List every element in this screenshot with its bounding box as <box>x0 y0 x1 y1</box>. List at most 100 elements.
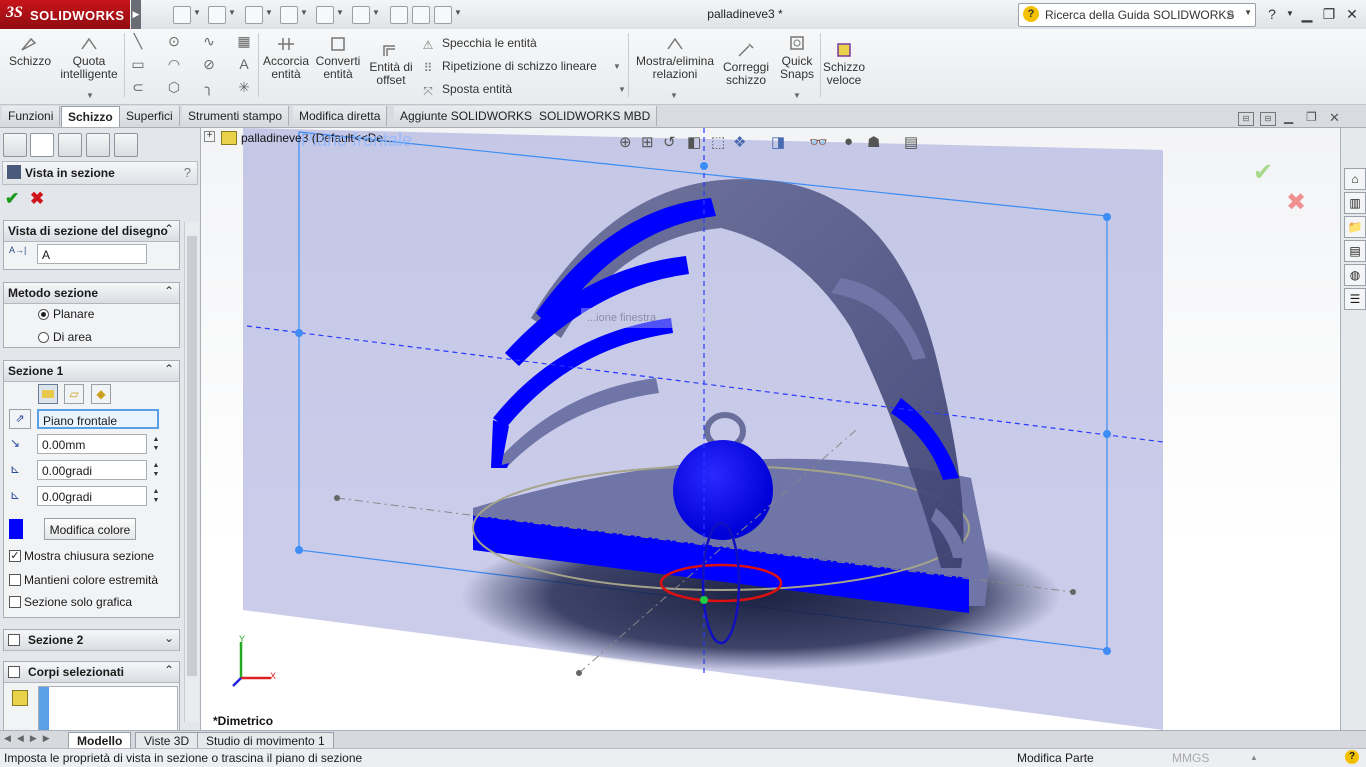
point-icon[interactable]: ✳ <box>236 80 252 94</box>
offset-distance-field[interactable]: 0.00mm <box>37 434 147 454</box>
mirror-entities-button[interactable]: ⚠ Specchia le entità <box>420 36 537 52</box>
close-window-button[interactable]: ✕ <box>1343 5 1361 23</box>
chevron-down-icon[interactable]: ▼ <box>670 91 678 100</box>
viewport-close-button[interactable]: ✕ <box>1329 110 1340 126</box>
selected-bodies-checkbox[interactable] <box>8 666 20 678</box>
graphics-area[interactable]: + palladineve3 (Default<<De... Piano fro… <box>201 128 1340 730</box>
minimize-window-button[interactable]: ▁ <box>1298 5 1316 23</box>
text-icon[interactable]: A <box>236 57 252 71</box>
hide-show-items-icon[interactable]: 👓 <box>809 133 828 151</box>
chevron-down-icon[interactable]: ▼ <box>618 85 626 94</box>
spin-arrows-icon[interactable]: ▲ ▼ <box>151 435 161 453</box>
line-icon[interactable]: ╲ <box>130 34 146 48</box>
scrollbar-thumb[interactable] <box>187 236 197 676</box>
plane-handle[interactable] <box>700 162 708 170</box>
expand-tree-icon[interactable]: + <box>204 131 215 142</box>
section-plane-field[interactable]: Piano frontale <box>37 409 159 429</box>
axis-end-handle[interactable] <box>576 670 582 676</box>
spline-icon[interactable]: ∿ <box>201 34 217 48</box>
collapse-icon[interactable]: ⌃ <box>164 284 174 298</box>
status-units[interactable]: MMGS <box>1172 749 1209 767</box>
rapid-sketch-button[interactable]: Schizzo veloce <box>822 41 866 87</box>
polygon-icon[interactable]: ⬡ <box>166 80 182 94</box>
top-plane-icon[interactable]: ▱ <box>64 384 84 404</box>
area-radio[interactable] <box>38 332 49 343</box>
collapse-icon[interactable]: ⌃ <box>164 222 174 236</box>
property-manager-scrollbar[interactable] <box>184 222 199 722</box>
group-header[interactable]: Corpi selezionati ⌃ <box>4 662 179 683</box>
file-properties-icon[interactable] <box>412 6 430 24</box>
chevron-down-icon[interactable]: ▼ <box>193 8 201 17</box>
display-delete-relations-button[interactable]: Mostra/elimina relazioni <box>634 35 716 81</box>
ok-check-icon[interactable]: ✔ <box>5 189 19 209</box>
plane-handle[interactable] <box>1103 647 1111 655</box>
chevron-down-icon[interactable]: ▼ <box>86 91 94 100</box>
confirm-ok-icon[interactable]: ✔ <box>1253 158 1273 187</box>
zoom-to-area-icon[interactable]: ⊞ <box>641 133 654 151</box>
chevron-up-icon[interactable]: ▲ <box>1250 749 1258 767</box>
apply-scene-icon[interactable]: ☗ <box>867 133 880 151</box>
planar-radio[interactable] <box>38 309 49 320</box>
viewport-tile-icon[interactable]: ⊟ <box>1238 112 1254 126</box>
expand-icon[interactable]: ⌄ <box>164 631 174 645</box>
help-question-icon[interactable]: ? <box>1345 750 1359 764</box>
cancel-x-icon[interactable]: ✖ <box>30 189 44 209</box>
repair-sketch-button[interactable]: Correggi schizzo <box>720 41 772 87</box>
chevron-down-icon[interactable]: ▼ <box>300 8 308 17</box>
graphics-only-section-checkbox[interactable] <box>9 596 21 608</box>
confirm-cancel-icon[interactable]: ✖ <box>1286 188 1306 217</box>
file-explorer-icon[interactable]: 📁 <box>1344 216 1366 238</box>
sketch-grid-icon[interactable]: ▦ <box>236 34 252 48</box>
chevron-down-icon[interactable]: ▼ <box>454 8 462 17</box>
viewport-split-icon[interactable]: ⊟ <box>1260 112 1276 126</box>
chevron-down-icon[interactable]: ▼ <box>336 8 344 17</box>
tab-aggiunte-solidworks[interactable]: Aggiunte SOLIDWORKS <box>394 106 540 126</box>
select-arrow-icon[interactable] <box>352 6 370 24</box>
move-entities-button[interactable]: ⤧ Sposta entità <box>420 82 512 98</box>
plane-handle[interactable] <box>1103 430 1111 438</box>
offset-entities-button[interactable]: Entità di offset <box>366 41 416 87</box>
chevron-down-icon[interactable]: ▼ <box>228 8 236 17</box>
keep-cap-color-checkbox[interactable] <box>9 574 21 586</box>
trim-entities-button[interactable]: Accorcia entità <box>262 35 310 81</box>
group-header[interactable]: Sezione 2 ⌄ <box>4 630 179 651</box>
zoom-to-fit-icon[interactable]: ⊕ <box>619 133 632 151</box>
save-icon[interactable] <box>245 6 263 24</box>
appearances-icon[interactable]: ◍ <box>1344 264 1366 286</box>
help-icon[interactable]: ? <box>184 165 191 180</box>
axis-end-handle[interactable] <box>1070 589 1076 595</box>
model-view-canvas[interactable] <box>201 128 1340 730</box>
rebuild-icon[interactable] <box>390 6 408 24</box>
x-rotation-field[interactable]: 0.00gradi <box>37 460 147 480</box>
tab-strumenti-stampo[interactable]: Strumenti stampo <box>182 106 290 126</box>
tab-scroll-arrows-icon[interactable]: ◀◀▶▶ <box>4 733 56 744</box>
rectangle-icon[interactable]: ▭ <box>130 57 146 71</box>
right-plane-icon[interactable]: ◆ <box>91 384 111 404</box>
reverse-direction-icon[interactable]: ⇗ <box>9 409 31 429</box>
print-icon[interactable] <box>280 6 298 24</box>
display-style-icon[interactable]: ◨ <box>771 133 785 151</box>
dimxpert-tab-icon[interactable] <box>86 133 110 157</box>
help-icon[interactable]: ? <box>1263 5 1281 23</box>
axis-end-handle[interactable] <box>334 495 340 501</box>
triad-center-handle[interactable] <box>700 596 708 604</box>
help-search-input[interactable]: Ricerca della Guida SOLIDWORKS <box>1045 8 1234 22</box>
undo-icon[interactable] <box>316 6 334 24</box>
section-label-field[interactable]: A <box>37 244 147 264</box>
section-2-checkbox[interactable] <box>8 634 20 646</box>
viewport-minimize-button[interactable]: ▁ <box>1284 110 1293 124</box>
display-manager-tab-icon[interactable] <box>114 133 138 157</box>
open-folder-icon[interactable] <box>208 6 226 24</box>
menu-expand-icon[interactable]: ▶ <box>131 0 141 29</box>
previous-view-icon[interactable]: ↺ <box>663 133 676 151</box>
tab-funzioni[interactable]: Funzioni <box>2 106 61 126</box>
property-manager-tab-icon[interactable] <box>30 133 54 157</box>
edit-appearance-icon[interactable]: ● <box>844 133 853 150</box>
dynamic-annotation-icon[interactable]: ⬚ <box>711 133 725 151</box>
chevron-down-icon[interactable]: ▼ <box>1281 5 1299 23</box>
sketch-button[interactable]: Schizzo <box>6 35 54 68</box>
restore-window-button[interactable]: ❐ <box>1320 5 1338 23</box>
section-view-toolbar-icon[interactable]: ◧ <box>687 133 701 151</box>
help-search-box[interactable]: ? Ricerca della Guida SOLIDWORKS ⌕ ▼ <box>1018 3 1256 27</box>
collapse-icon[interactable]: ⌃ <box>164 362 174 376</box>
